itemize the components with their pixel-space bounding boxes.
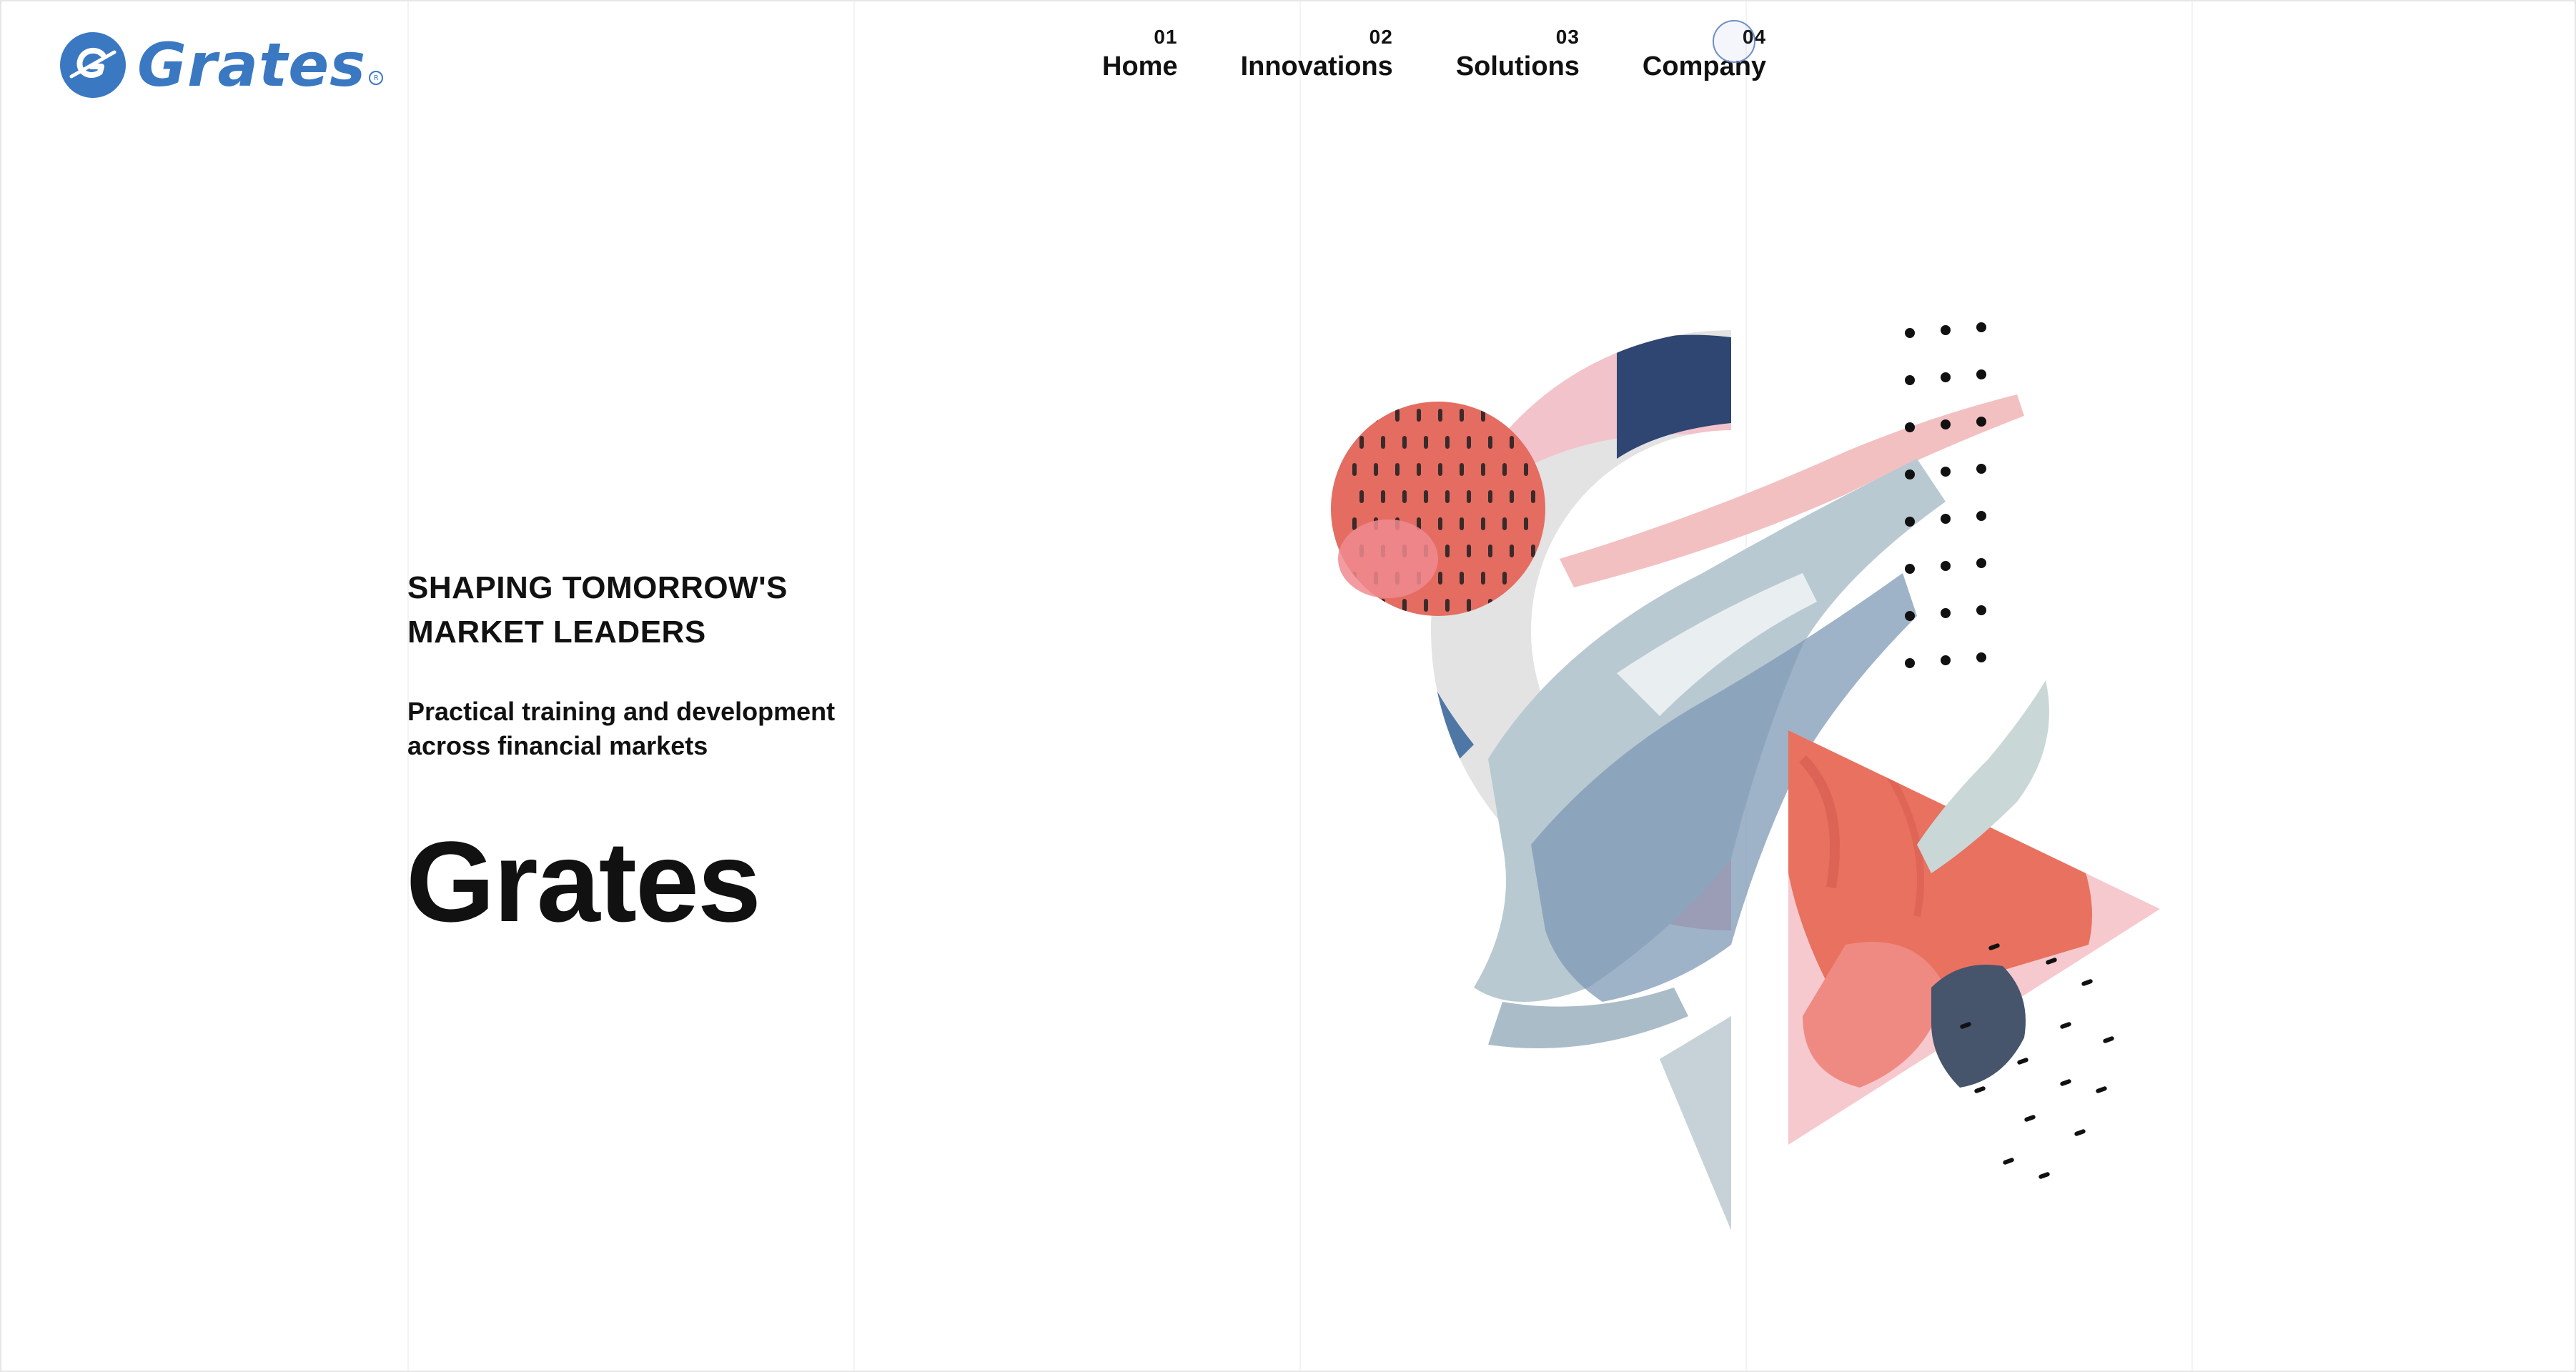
nav-number: 02 bbox=[1369, 26, 1393, 48]
registered-mark: R bbox=[369, 71, 384, 85]
nav-label: Solutions bbox=[1455, 51, 1580, 81]
cursor-ring bbox=[1713, 20, 1755, 63]
hero-brand-title: Grates bbox=[406, 817, 761, 945]
nav-number: 01 bbox=[1154, 26, 1178, 48]
grid-guide bbox=[853, 1, 855, 1371]
subtitle-line: Practical training and development bbox=[407, 697, 836, 726]
hero-tagline: SHAPING TOMORROW'S MARKET LEADERS bbox=[407, 566, 788, 655]
grid-guide bbox=[407, 1, 409, 1371]
tagline-line: SHAPING TOMORROW'S bbox=[407, 570, 788, 605]
logo-text: Grates bbox=[137, 30, 367, 100]
nav-number: 03 bbox=[1555, 26, 1580, 48]
nav-label: Home bbox=[1102, 51, 1178, 81]
tagline-line: MARKET LEADERS bbox=[407, 615, 706, 650]
nav-label: Innovations bbox=[1240, 51, 1393, 81]
page-frame: Grates R 01 Home 02 Innovations 03 Solut… bbox=[0, 0, 2576, 1372]
nav-item-home[interactable]: 01 Home bbox=[1102, 26, 1178, 82]
nav-item-innovations[interactable]: 02 Innovations bbox=[1241, 26, 1393, 82]
nav-item-solutions[interactable]: 03 Solutions bbox=[1456, 26, 1580, 82]
subtitle-line: across financial markets bbox=[407, 731, 708, 760]
grid-guide bbox=[1299, 1, 1301, 1371]
site-logo[interactable]: Grates R bbox=[59, 26, 384, 104]
abstract-painted-shapes bbox=[1331, 322, 2160, 1231]
grates-logo-icon bbox=[60, 32, 126, 98]
hero-subtitle: Practical training and development acros… bbox=[407, 695, 835, 763]
